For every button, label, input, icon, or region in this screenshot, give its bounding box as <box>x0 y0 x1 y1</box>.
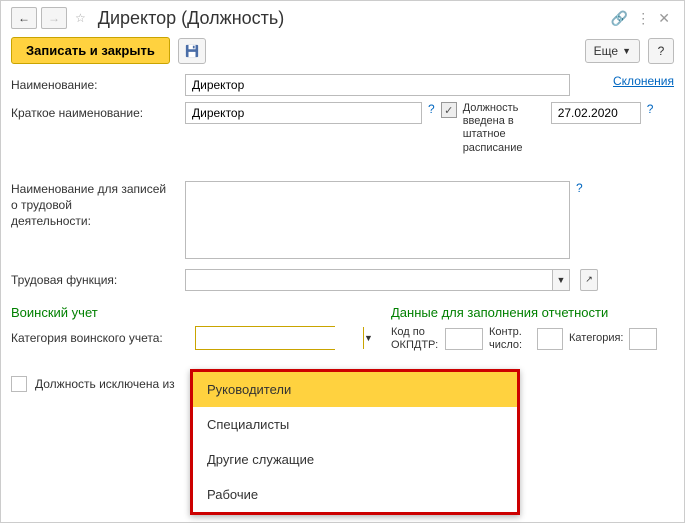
dropdown-option[interactable]: Рабочие <box>193 477 517 512</box>
short-name-label: Краткое наименование: <box>11 102 179 120</box>
military-category-label: Категория воинского учета: <box>11 331 189 345</box>
arrow-right-icon: → <box>48 11 60 25</box>
chevron-down-icon: ▼ <box>364 333 373 343</box>
okpdtr-input[interactable] <box>445 328 483 350</box>
control-num-input[interactable] <box>537 328 563 350</box>
labor-function-label: Трудовая функция: <box>11 269 179 287</box>
short-name-input[interactable] <box>185 102 422 124</box>
arrow-left-icon: ← <box>18 11 30 25</box>
excluded-checkbox[interactable] <box>11 376 27 392</box>
chevron-down-icon: ▼ <box>622 46 631 56</box>
category-label: Категория: <box>569 332 623 345</box>
close-icon[interactable]: ✕ <box>658 10 670 27</box>
labor-name-help[interactable]: ? <box>576 181 583 195</box>
short-name-help[interactable]: ? <box>428 102 435 116</box>
name-input[interactable] <box>185 74 570 96</box>
floppy-icon <box>185 44 199 58</box>
more-label: Еще <box>594 44 618 58</box>
military-category-dropdown-button[interactable]: ▼ <box>363 327 373 349</box>
link-icon[interactable]: 🔗 <box>611 10 628 27</box>
open-icon: ↗ <box>585 274 593 285</box>
military-category-dropdown-list: Руководители Специалисты Другие служащие… <box>190 369 520 515</box>
declensions-link[interactable]: Склонения <box>613 74 674 88</box>
category-input[interactable] <box>629 328 657 350</box>
labor-name-label: Наименование для записей о трудовой деят… <box>11 181 179 230</box>
report-section-header: Данные для заполнения отчетности <box>391 305 674 320</box>
name-label: Наименование: <box>11 74 179 92</box>
staff-checkbox[interactable]: ✓ <box>441 102 457 118</box>
write-and-close-button[interactable]: Записать и закрыть <box>11 37 170 64</box>
date-help[interactable]: ? <box>647 102 654 116</box>
chevron-down-icon: ▼ <box>557 275 566 285</box>
military-section-header: Воинский учет <box>11 305 371 320</box>
star-icon[interactable]: ☆ <box>75 11 86 25</box>
dropdown-option[interactable]: Специалисты <box>193 407 517 442</box>
dropdown-option[interactable]: Руководители <box>193 372 517 407</box>
more-menu-icon[interactable]: ⋮ <box>636 10 650 27</box>
okpdtr-label: Код по ОКПДТР: <box>391 326 439 352</box>
military-category-input[interactable] <box>196 327 363 349</box>
staff-label: Должность введена в штатное расписание <box>463 102 545 155</box>
excluded-label: Должность исключена из <box>35 377 175 391</box>
dropdown-option[interactable]: Другие служащие <box>193 442 517 477</box>
nav-back-button[interactable]: ← <box>11 7 37 29</box>
labor-function-dropdown-button[interactable]: ▼ <box>552 269 570 291</box>
save-button[interactable] <box>178 38 206 64</box>
nav-forward-button[interactable]: → <box>41 7 67 29</box>
help-label: ? <box>658 44 665 58</box>
window-title: Директор (Должность) <box>98 8 607 29</box>
military-category-field[interactable]: ▼ <box>195 326 335 350</box>
help-button[interactable]: ? <box>648 38 674 64</box>
labor-name-textarea[interactable] <box>185 181 570 259</box>
control-num-label: Контр. число: <box>489 326 531 352</box>
more-button[interactable]: Еще ▼ <box>585 39 640 63</box>
labor-function-open-button[interactable]: ↗ <box>580 269 598 291</box>
labor-function-input[interactable] <box>185 269 552 291</box>
date-input[interactable] <box>551 102 641 124</box>
